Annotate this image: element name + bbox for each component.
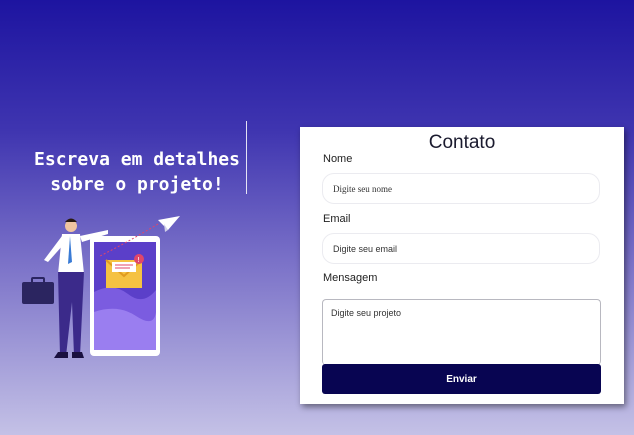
form-title: Contato [428, 132, 496, 153]
tagline-line-1: Escreva em detalhes [34, 149, 240, 170]
phone-icon [90, 236, 160, 356]
contact-form-card: Contato Nome Digite seu nome Email Digit… [300, 127, 624, 404]
hero-tagline: Escreva em detalhes sobre o projeto! [20, 147, 254, 197]
svg-text:!: ! [137, 256, 140, 264]
message-placeholder: Digite seu projeto [331, 308, 402, 318]
briefcase-icon [22, 277, 54, 304]
man-sending-email-illustration: ! [22, 216, 180, 358]
email-placeholder: Digite seu email [333, 243, 398, 254]
message-textarea[interactable]: Digite seu projeto [322, 299, 601, 365]
submit-button[interactable]: Enviar [322, 364, 601, 394]
name-placeholder: Digite seu nome [333, 183, 392, 194]
vertical-divider [246, 121, 247, 194]
message-label: Mensagem [323, 272, 378, 284]
email-input[interactable]: Digite seu email [322, 233, 600, 264]
tagline-line-2: sobre o projeto! [50, 174, 224, 195]
email-label: Email [323, 213, 351, 225]
name-input[interactable]: Digite seu nome [322, 173, 600, 204]
name-label: Nome [323, 153, 353, 165]
